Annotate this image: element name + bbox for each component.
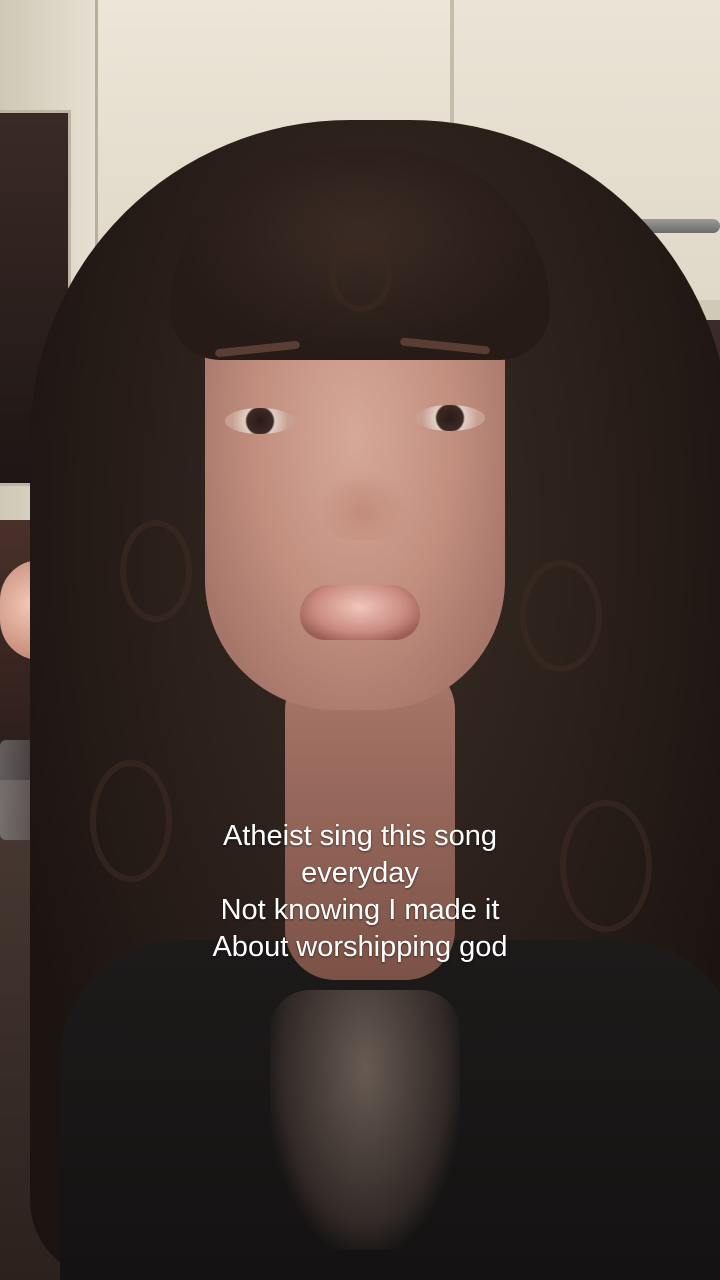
mouth (300, 585, 420, 640)
caption-line: Atheist sing this song (222, 820, 498, 852)
hair-curl (520, 560, 602, 672)
caption-line: About worshipping god (212, 931, 508, 963)
video-caption: Atheist sing this song everyday Not know… (0, 818, 720, 966)
nose (318, 470, 408, 540)
caption-line: Not knowing I made it (220, 894, 500, 926)
video-frame[interactable]: Atheist sing this song everyday Not know… (0, 0, 720, 1280)
shirt-graphic (270, 990, 460, 1250)
left-eye (225, 408, 295, 434)
caption-line: everyday (301, 857, 419, 889)
hair-curl (120, 520, 192, 622)
right-eye (415, 405, 485, 431)
hair-curl (330, 240, 392, 312)
